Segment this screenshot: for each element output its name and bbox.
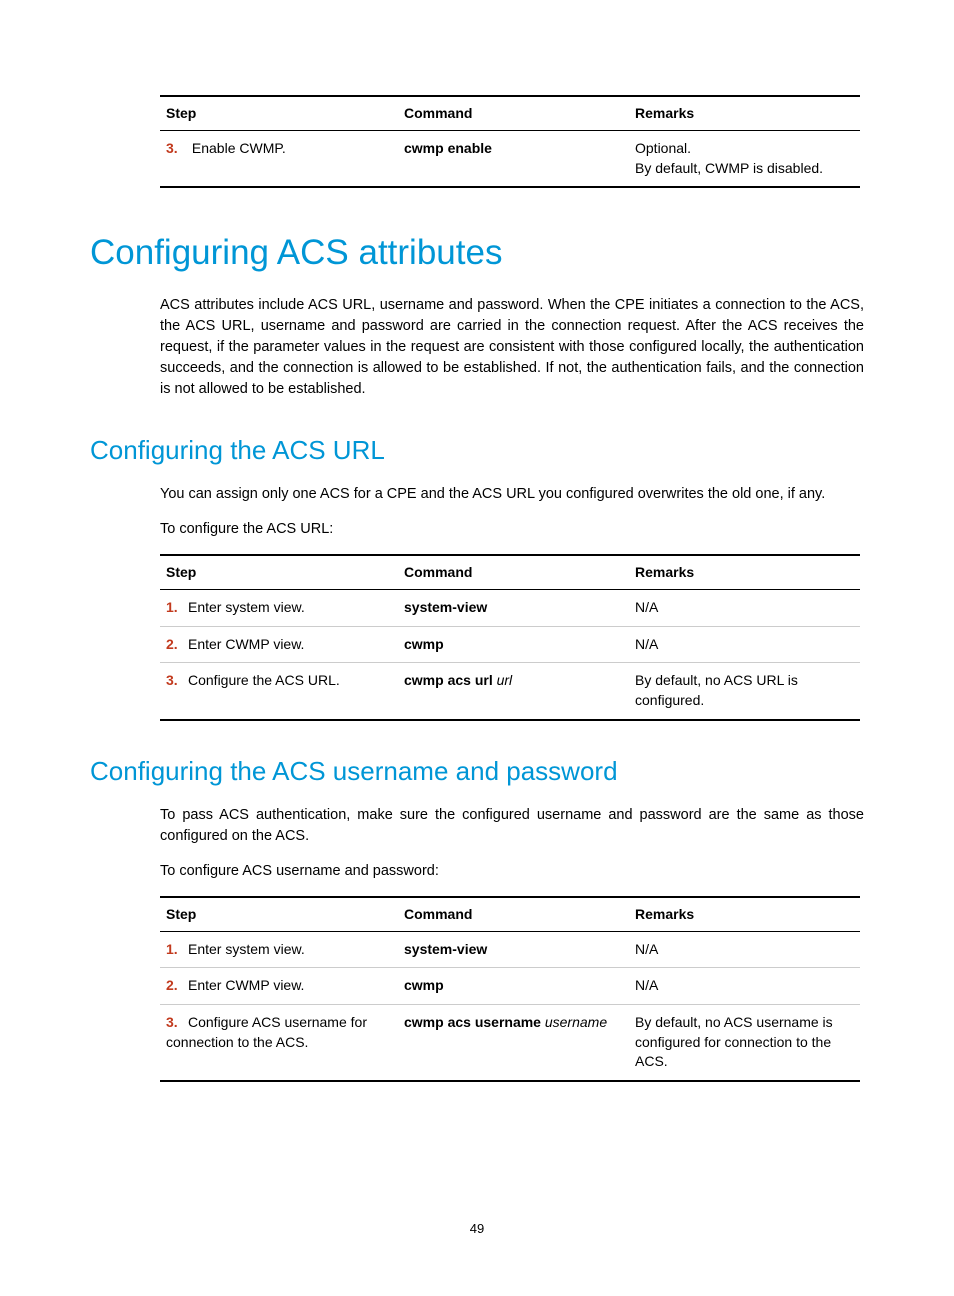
- cell-remarks: N/A: [629, 590, 860, 627]
- step-text: Enter CWMP view.: [188, 636, 304, 652]
- cell-remarks: By default, no ACS URL is configured.: [629, 663, 860, 720]
- step-table: Step Command Remarks 3. Enable CWMP. cwm…: [160, 95, 860, 188]
- step-number: 2.: [166, 976, 188, 996]
- command-bold: system-view: [404, 599, 487, 615]
- table-row: 2.Enter CWMP view. cwmp N/A: [160, 968, 860, 1005]
- th-command: Command: [398, 555, 629, 590]
- th-remarks: Remarks: [629, 96, 860, 131]
- paragraph: To configure the ACS URL:: [160, 519, 864, 540]
- command-italic: username: [541, 1014, 607, 1030]
- command-text: cwmp enable: [404, 140, 492, 156]
- th-command: Command: [398, 96, 629, 131]
- cell-command: system-view: [398, 590, 629, 627]
- step-table: Step Command Remarks 1.Enter system view…: [160, 554, 860, 720]
- table-row: 2.Enter CWMP view. cwmp N/A: [160, 626, 860, 663]
- remarks-line: Optional.: [635, 139, 854, 159]
- cell-step: 1.Enter system view.: [160, 590, 398, 627]
- command-bold: system-view: [404, 941, 487, 957]
- cell-remarks: N/A: [629, 626, 860, 663]
- paragraph: To pass ACS authentication, make sure th…: [160, 805, 864, 847]
- table-acs-username: Step Command Remarks 1.Enter system view…: [160, 896, 860, 1082]
- table-row: 3.Configure ACS username for connection …: [160, 1004, 860, 1080]
- heading-configuring-acs-attributes: Configuring ACS attributes: [90, 233, 864, 273]
- cell-command: system-view: [398, 931, 629, 968]
- cell-step: 3.Configure ACS username for connection …: [160, 1004, 398, 1080]
- heading-configuring-acs-username-password: Configuring the ACS username and passwor…: [90, 756, 864, 787]
- th-step: Step: [160, 555, 398, 590]
- cell-step: 3. Enable CWMP.: [160, 131, 398, 188]
- cell-remarks: N/A: [629, 968, 860, 1005]
- table-header-row: Step Command Remarks: [160, 897, 860, 932]
- table-header-row: Step Command Remarks: [160, 96, 860, 131]
- table-row: 3.Configure the ACS URL. cwmp acs url ur…: [160, 663, 860, 720]
- step-table: Step Command Remarks 1.Enter system view…: [160, 896, 860, 1082]
- th-step: Step: [160, 96, 398, 131]
- step-number: 3.: [166, 671, 188, 691]
- cell-command: cwmp enable: [398, 131, 629, 188]
- step-number: 3.: [166, 1013, 188, 1033]
- step-text: Enter system view.: [188, 941, 305, 957]
- table-row: 3. Enable CWMP. cwmp enable Optional. By…: [160, 131, 860, 188]
- cell-step: 2.Enter CWMP view.: [160, 626, 398, 663]
- cell-command: cwmp acs url url: [398, 663, 629, 720]
- step-text: Enter system view.: [188, 599, 305, 615]
- paragraph: You can assign only one ACS for a CPE an…: [160, 484, 864, 505]
- cell-remarks: N/A: [629, 931, 860, 968]
- cell-command: cwmp: [398, 626, 629, 663]
- th-remarks: Remarks: [629, 897, 860, 932]
- command-italic: url: [493, 672, 512, 688]
- table-acs-url: Step Command Remarks 1.Enter system view…: [160, 554, 860, 720]
- cell-remarks: By default, no ACS username is configure…: [629, 1004, 860, 1080]
- cell-step: 3.Configure the ACS URL.: [160, 663, 398, 720]
- cell-remarks: Optional. By default, CWMP is disabled.: [629, 131, 860, 188]
- cell-step: 1.Enter system view.: [160, 931, 398, 968]
- cell-command: cwmp: [398, 968, 629, 1005]
- paragraph: ACS attributes include ACS URL, username…: [160, 295, 864, 400]
- step-text: Enter CWMP view.: [188, 977, 304, 993]
- step-number: 3.: [166, 139, 188, 159]
- step-number: 2.: [166, 635, 188, 655]
- step-number: 1.: [166, 598, 188, 618]
- command-bold: cwmp: [404, 636, 444, 652]
- remarks-line: By default, CWMP is disabled.: [635, 159, 854, 179]
- table-header-row: Step Command Remarks: [160, 555, 860, 590]
- command-bold: cwmp acs username: [404, 1014, 541, 1030]
- step-text: Configure the ACS URL.: [188, 672, 340, 688]
- step-text: Enable CWMP.: [192, 140, 286, 156]
- command-bold: cwmp: [404, 977, 444, 993]
- cell-step: 2.Enter CWMP view.: [160, 968, 398, 1005]
- th-command: Command: [398, 897, 629, 932]
- th-step: Step: [160, 897, 398, 932]
- step-number: 1.: [166, 940, 188, 960]
- paragraph: To configure ACS username and password:: [160, 861, 864, 882]
- table-row: 1.Enter system view. system-view N/A: [160, 590, 860, 627]
- table-row: 1.Enter system view. system-view N/A: [160, 931, 860, 968]
- th-remarks: Remarks: [629, 555, 860, 590]
- page-number: 49: [0, 1221, 954, 1236]
- table-cwmp-enable: Step Command Remarks 3. Enable CWMP. cwm…: [160, 95, 860, 188]
- command-bold: cwmp acs url: [404, 672, 493, 688]
- heading-configuring-acs-url: Configuring the ACS URL: [90, 435, 864, 466]
- cell-command: cwmp acs username username: [398, 1004, 629, 1080]
- step-text: Configure ACS username for connection to…: [166, 1014, 367, 1050]
